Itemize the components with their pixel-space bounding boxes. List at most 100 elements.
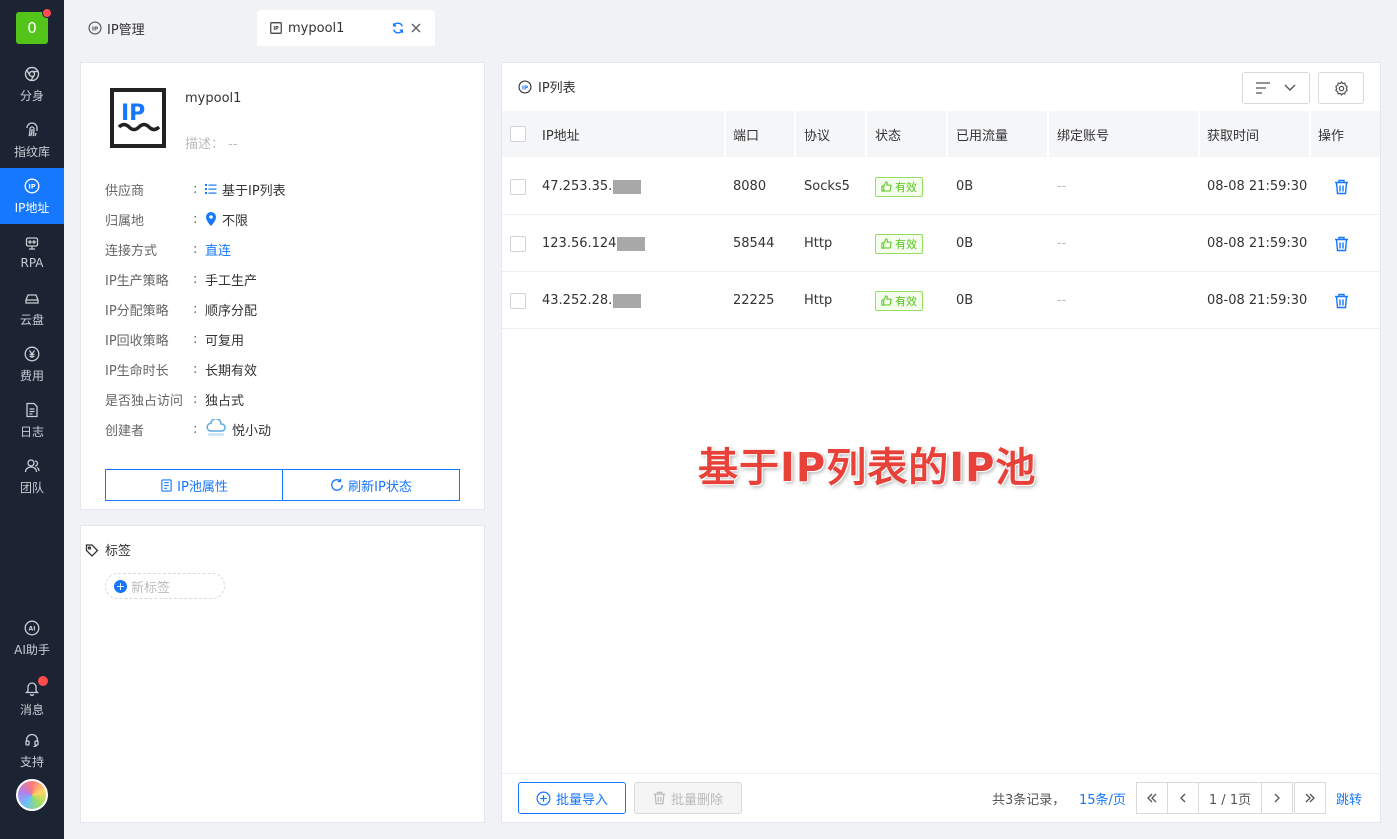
info-value: 独占式	[205, 393, 245, 409]
pool-attributes-button[interactable]: IP池属性	[105, 469, 283, 501]
first-page-button[interactable]	[1136, 782, 1168, 814]
column-divider	[946, 111, 948, 157]
sidebar-item-label: AI助手	[14, 642, 50, 657]
column-header-actions: 操作	[1318, 128, 1345, 144]
chevron-down-icon	[1284, 84, 1296, 91]
sidebar-item-cloud-drive[interactable]: 云盘	[0, 280, 64, 336]
sidebar-item-messages[interactable]: 消息	[0, 670, 64, 726]
info-label: 是否独占访问	[105, 393, 184, 409]
row-checkbox[interactable]	[510, 178, 526, 195]
gear-icon	[1334, 80, 1348, 96]
overlay-caption: 基于IP列表的IP池	[698, 445, 1037, 491]
tab-mypool1[interactable]: IP mypool1	[257, 10, 435, 46]
prev-page-button[interactable]	[1167, 782, 1199, 814]
column-header-account[interactable]: 绑定账号	[1057, 111, 1109, 157]
ai-icon: AI	[23, 619, 41, 637]
sidebar-item-label: 支持	[19, 754, 44, 769]
batch-import-button[interactable]: 批量导入	[518, 782, 626, 814]
ip-cell: 123.56.124	[542, 215, 646, 272]
pool-description: 描述： --	[185, 137, 238, 152]
yen-icon	[23, 345, 41, 363]
batch-delete-button[interactable]: 批量删除	[634, 782, 742, 814]
sidebar-item-label: 云盘	[19, 312, 44, 327]
info-value: 顺序分配	[205, 303, 258, 319]
chevron-right-icon	[1274, 793, 1280, 803]
sidebar-item-clone[interactable]: 分身	[0, 56, 64, 112]
sidebar-item-billing[interactable]: 费用	[0, 336, 64, 392]
sidebar-item-label: 费用	[19, 368, 44, 383]
account-cell: --	[1057, 236, 1067, 251]
sidebar-item-label: 分身	[19, 88, 44, 103]
table-row[interactable]: 43.252.28. 22225 Http 有效 0B -- 08-08 21:…	[502, 272, 1380, 329]
column-header-status[interactable]: 状态	[875, 111, 901, 157]
page-indicator[interactable]: 1 / 1页	[1198, 782, 1262, 814]
tag-icon	[85, 543, 99, 557]
page-size-selector[interactable]: 15条/页	[1079, 782, 1126, 814]
info-label: 供应商	[105, 183, 145, 199]
sidebar-item-ai-assistant[interactable]: AI AI助手	[0, 610, 64, 666]
info-colon: :	[193, 211, 198, 227]
close-icon[interactable]	[410, 22, 422, 34]
table-header: IP地址 端口 协议 状态 已用流量 绑定账号 获取时间 操作	[502, 111, 1380, 157]
jump-link[interactable]: 跳转	[1336, 782, 1362, 814]
connection-value-link[interactable]: 直连	[205, 240, 231, 259]
pool-info-panel: IP mypool1 描述： -- 供应商 : 基于IP列表 归属地 : 不限 …	[80, 62, 485, 510]
new-tag-button[interactable]: + 新标签	[105, 573, 225, 599]
settings-button[interactable]	[1318, 72, 1364, 104]
ip-cell: 43.252.28.	[542, 272, 642, 329]
column-header-ip[interactable]: IP地址	[542, 111, 580, 157]
sidebar: 0 分身 指纹库 IP IP地址 RPA 云盘 费用 日志 团队 AI AI助手…	[0, 0, 64, 839]
actions-cell	[1334, 272, 1349, 329]
column-divider	[794, 111, 796, 157]
svg-text:IP: IP	[28, 182, 35, 190]
select-all-checkbox[interactable]	[510, 126, 526, 142]
row-checkbox-cell	[510, 158, 526, 215]
thumbs-up-icon	[881, 238, 892, 249]
time-cell: 08-08 21:59:30	[1207, 293, 1308, 308]
plus-icon: +	[114, 579, 127, 593]
table-row[interactable]: 47.253.35. 8080 Socks5 有效 0B -- 08-08 21…	[502, 158, 1380, 215]
column-divider	[1309, 111, 1311, 157]
column-header-port[interactable]: 端口	[733, 111, 759, 157]
sort-dropdown-button[interactable]	[1242, 72, 1310, 104]
cloud-drive-icon	[23, 289, 41, 307]
total-records: 共3条记录，	[992, 792, 1066, 808]
redacted-mask	[613, 179, 642, 194]
ip-list-title: IP IP列表	[518, 77, 576, 96]
sidebar-item-ip[interactable]: IP IP地址	[0, 168, 64, 224]
sidebar-item-fingerprint[interactable]: 指纹库	[0, 112, 64, 168]
user-avatar[interactable]	[16, 779, 48, 811]
column-header-protocol[interactable]: 协议	[804, 111, 830, 157]
column-header-traffic[interactable]: 已用流量	[956, 111, 1008, 157]
thumbs-up-icon	[881, 181, 892, 192]
last-page-button[interactable]	[1294, 782, 1326, 814]
trash-icon[interactable]	[1334, 179, 1349, 195]
next-page-button[interactable]	[1261, 782, 1293, 814]
app-logo[interactable]: 0	[16, 8, 52, 44]
info-colon: :	[193, 361, 198, 377]
refresh-icon[interactable]	[391, 21, 405, 35]
sidebar-item-log[interactable]: 日志	[0, 392, 64, 448]
info-colon: :	[193, 271, 198, 287]
row-checkbox[interactable]	[510, 292, 526, 309]
fingerprint-icon	[23, 121, 41, 139]
column-header-time[interactable]: 获取时间	[1207, 111, 1259, 157]
trash-icon[interactable]	[1334, 293, 1349, 309]
info-label: IP回收策略	[105, 333, 169, 349]
refresh-ip-status-button[interactable]: 刷新IP状态	[282, 469, 460, 501]
status-badge: 有效	[875, 233, 923, 254]
protocol-cell: Http	[804, 293, 833, 308]
thumbs-up-icon	[881, 295, 892, 306]
sidebar-item-rpa[interactable]: RPA	[0, 224, 64, 280]
row-checkbox[interactable]	[510, 235, 526, 252]
sidebar-item-team[interactable]: 团队	[0, 448, 64, 504]
status-badge: 有效	[875, 176, 923, 197]
sidebar-item-support[interactable]: 支持	[0, 722, 64, 778]
tab-ip-management[interactable]: IP IP管理	[76, 10, 157, 46]
tab-label: IP管理	[107, 22, 145, 38]
double-chevron-right-icon	[1305, 793, 1315, 803]
info-colon: :	[193, 331, 198, 347]
table-row[interactable]: 123.56.124 58544 Http 有效 0B -- 08-08 21:…	[502, 215, 1380, 272]
info-row-recycle: IP回收策略 : 可复用	[105, 329, 244, 349]
trash-icon[interactable]	[1334, 236, 1349, 252]
